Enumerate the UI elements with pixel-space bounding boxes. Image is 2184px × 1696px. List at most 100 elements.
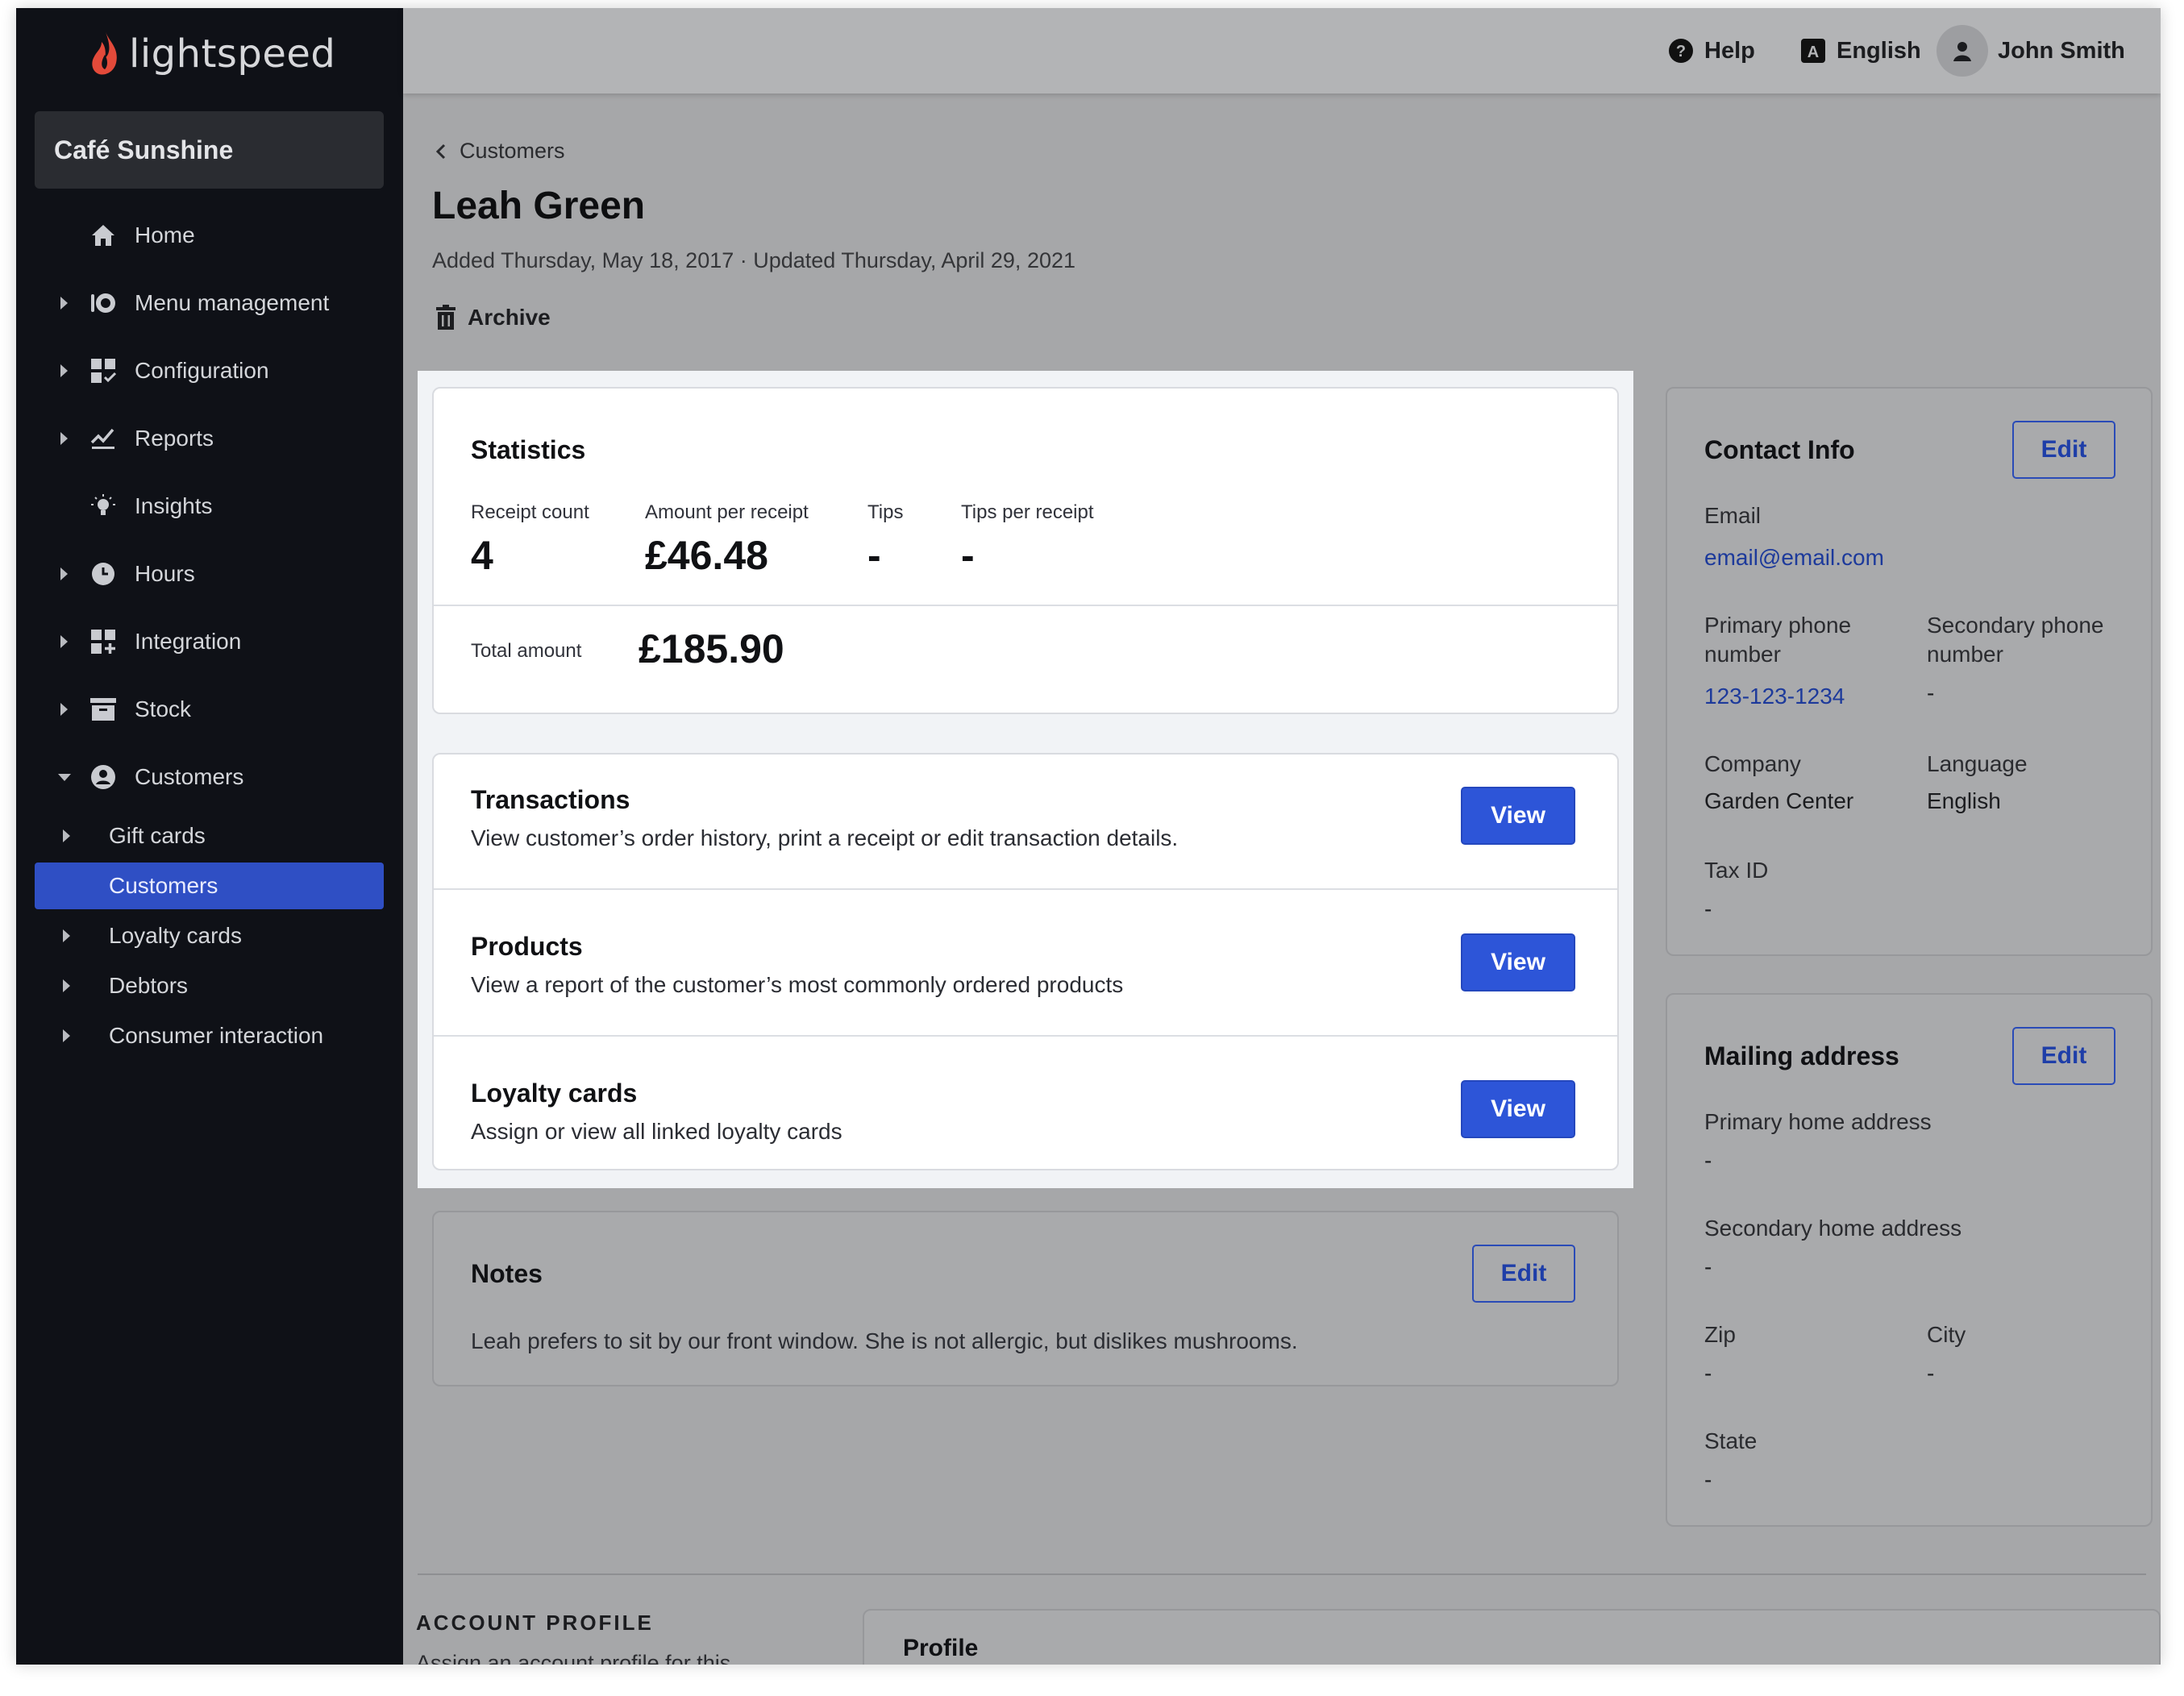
statistics-card: Statistics Receipt count 4 Amount per re… (432, 387, 1619, 714)
secondary-address-label: Secondary home address (1704, 1216, 1962, 1241)
tips-label: Tips (867, 501, 904, 523)
caret-right-icon (63, 829, 70, 842)
sidebar-item-label: Customers (135, 764, 244, 789)
sidebar-subitem-customers[interactable]: Customers (35, 863, 384, 909)
state-value: - (1704, 1467, 1712, 1492)
help-icon: ? (1669, 39, 1693, 63)
tips-per-receipt-label: Tips per receipt (961, 501, 1094, 523)
integration-icon (89, 627, 118, 656)
help-button[interactable]: ? Help (1667, 8, 1755, 94)
sidebar-item-customers[interactable]: Customers (16, 753, 403, 801)
reports-icon (89, 424, 118, 453)
svg-text:?: ? (1676, 43, 1686, 60)
language-button[interactable]: A English (1799, 8, 1921, 94)
home-icon (89, 221, 118, 250)
user-icon (1953, 42, 1971, 61)
sidebar: lightspeed Café Sunshine Home Menu manag… (16, 8, 403, 1665)
archive-button[interactable]: Archive (435, 305, 551, 330)
divider (434, 1035, 1617, 1037)
secondary-address-value: - (1704, 1254, 1712, 1279)
city-label: City (1927, 1322, 1966, 1347)
sidebar-item-label: Integration (135, 629, 242, 654)
sidebar-item-label: Hours (135, 561, 195, 586)
lightspeed-logo[interactable]: lightspeed (89, 26, 335, 82)
view-loyalty-cards-button[interactable]: View (1461, 1080, 1575, 1138)
tips-value: - (867, 533, 881, 578)
profile-title: Profile (903, 1635, 979, 1661)
sidebar-item-hours[interactable]: Hours (16, 550, 403, 598)
sidebar-item-integration[interactable]: Integration (16, 617, 403, 666)
help-label: Help (1704, 37, 1755, 64)
view-products-button[interactable]: View (1461, 933, 1575, 991)
caret-right-icon (63, 1029, 70, 1042)
sidebar-item-stock[interactable]: Stock (16, 685, 403, 734)
sidebar-item-configuration[interactable]: Configuration (16, 347, 403, 395)
primary-phone-link[interactable]: 123-123-1234 (1704, 684, 1845, 709)
primary-address-label: Primary home address (1704, 1109, 1932, 1134)
archive-label: Archive (468, 305, 551, 330)
state-label: State (1704, 1428, 1758, 1453)
section-divider (418, 1573, 2146, 1575)
view-transactions-button[interactable]: View (1461, 787, 1575, 845)
logo-text: lightspeed (129, 31, 336, 77)
clock-icon (89, 559, 118, 588)
contact-info-card: Contact Info Edit Email email@email.com … (1666, 387, 2153, 956)
breadcrumb[interactable]: Customers (435, 139, 565, 164)
caret-down-icon (58, 773, 71, 781)
sidebar-subitem-label: Gift cards (109, 823, 206, 848)
contact-title: Contact Info (1704, 435, 1855, 464)
secondary-phone-value: - (1927, 680, 1935, 705)
city-value: - (1927, 1361, 1935, 1386)
account-profile-heading: ACCOUNT PROFILE (416, 1611, 654, 1635)
sidebar-subitem-consumer-interaction[interactable]: Consumer interaction (35, 1012, 384, 1059)
caret-right-icon (60, 364, 68, 377)
language-label: Language (1927, 751, 2028, 776)
edit-notes-button[interactable]: Edit (1472, 1245, 1575, 1303)
statistics-title: Statistics (471, 435, 586, 464)
company-value: Garden Center (1704, 788, 1854, 813)
language-value: English (1927, 788, 2001, 813)
divider (434, 888, 1617, 890)
sidebar-subitem-gift-cards[interactable]: Gift cards (35, 813, 384, 859)
svg-text:A: A (1808, 44, 1819, 61)
total-amount-value: £185.90 (639, 626, 784, 671)
store-switcher[interactable]: Café Sunshine (35, 111, 384, 189)
sidebar-item-menu-management[interactable]: Menu management (16, 279, 403, 327)
action-title: Transactions (471, 785, 630, 814)
sidebar-subitem-loyalty-cards[interactable]: Loyalty cards (35, 912, 384, 959)
breadcrumb-link[interactable]: Customers (460, 139, 565, 164)
sidebar-subitem-debtors[interactable]: Debtors (35, 962, 384, 1009)
configuration-icon (89, 356, 118, 385)
caret-right-icon (60, 635, 68, 648)
action-description: Assign or view all linked loyalty cards (471, 1119, 842, 1144)
primary-address-value: - (1704, 1148, 1712, 1173)
edit-mailing-button[interactable]: Edit (2012, 1027, 2115, 1085)
sidebar-item-home[interactable]: Home (16, 211, 403, 260)
primary-phone-label: number (1704, 642, 1781, 667)
sidebar-subitem-label: Consumer interaction (109, 1023, 324, 1048)
menu-icon (89, 289, 118, 318)
email-label: Email (1704, 503, 1762, 528)
zip-label: Zip (1704, 1322, 1736, 1347)
lightbulb-icon (89, 492, 118, 521)
notes-text: Leah prefers to sit by our front window.… (471, 1328, 1298, 1353)
company-label: Company (1704, 751, 1801, 776)
amount-per-receipt-label: Amount per receipt (645, 501, 809, 523)
account-profile-description: Assign an account profile for this (416, 1651, 731, 1665)
sidebar-item-label: Configuration (135, 358, 269, 383)
actions-card: Transactions View customer’s order histo… (432, 753, 1619, 1170)
secondary-phone-label: Secondary phone (1927, 613, 2104, 638)
edit-contact-button[interactable]: Edit (2012, 421, 2115, 479)
caret-right-icon (63, 929, 70, 942)
sidebar-subitem-label: Customers (109, 873, 218, 898)
language-icon: A (1801, 39, 1825, 63)
zip-value: - (1704, 1361, 1712, 1386)
receipt-count-value: 4 (471, 533, 493, 578)
user-menu[interactable]: John Smith (1936, 8, 2125, 94)
email-link[interactable]: email@email.com (1704, 545, 1884, 571)
sidebar-item-insights[interactable]: Insights (16, 482, 403, 530)
caret-right-icon (63, 979, 70, 992)
page-title: Leah Green (432, 185, 646, 227)
avatar (1936, 25, 1988, 77)
sidebar-item-reports[interactable]: Reports (16, 414, 403, 463)
